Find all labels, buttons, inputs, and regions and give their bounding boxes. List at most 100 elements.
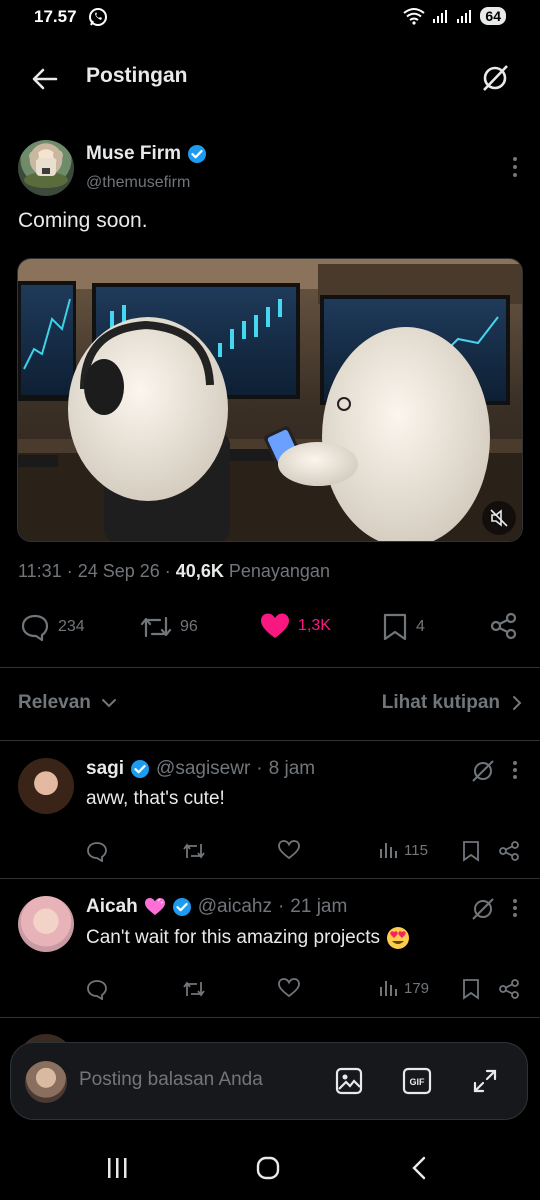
view-quotes-link[interactable]: Lihat kutipan bbox=[382, 692, 522, 714]
reply-like-button[interactable] bbox=[278, 978, 300, 998]
sort-label: Relevan bbox=[18, 692, 91, 713]
reply-header: Aicah @aicahz · 21 jam bbox=[86, 896, 347, 918]
image-icon bbox=[335, 1067, 363, 1095]
post-text: Coming soon. bbox=[18, 209, 148, 232]
reply-input[interactable] bbox=[79, 1069, 299, 1091]
speaker-muted-icon bbox=[490, 509, 508, 527]
more-options-button[interactable] bbox=[512, 156, 518, 178]
separator-dot: · bbox=[256, 758, 263, 779]
bookmark-icon bbox=[463, 979, 479, 1000]
analytics-icon bbox=[380, 843, 397, 858]
bookmark-count: 4 bbox=[416, 618, 425, 635]
reply-text: aww, that's cute! bbox=[86, 788, 225, 809]
more-options-button[interactable] bbox=[512, 898, 518, 918]
share-icon bbox=[490, 612, 517, 640]
reply-reply-button[interactable] bbox=[86, 978, 108, 1000]
like-action[interactable]: 1,3K bbox=[260, 612, 331, 640]
more-options-button[interactable] bbox=[512, 760, 518, 780]
verified-badge-icon bbox=[187, 144, 207, 164]
separator-dot: · bbox=[277, 896, 285, 917]
expand-composer-button[interactable] bbox=[471, 1067, 499, 1095]
reply-text: Can't wait for this amazing projects bbox=[86, 926, 410, 950]
grok-button[interactable] bbox=[470, 758, 496, 784]
reply-icon bbox=[87, 842, 107, 862]
share-action[interactable] bbox=[490, 612, 518, 640]
chevron-left-icon bbox=[412, 1156, 426, 1180]
heart-icon bbox=[278, 840, 300, 860]
reply-bookmark-button[interactable] bbox=[462, 840, 480, 862]
grok-icon bbox=[472, 898, 494, 920]
reply-avatar[interactable] bbox=[18, 896, 74, 952]
reply-author-handle[interactable]: @aicahz bbox=[198, 896, 272, 918]
reply-count: 234 bbox=[58, 618, 85, 635]
author-name[interactable]: Muse Firm bbox=[86, 143, 181, 165]
reply-action[interactable]: 234 bbox=[20, 612, 85, 642]
view-quotes-label: Lihat kutipan bbox=[381, 692, 500, 713]
post-meta: 11:31 · 24 Sep 26 · 40,6K Penayangan bbox=[18, 561, 330, 581]
reply-author-name[interactable]: sagi bbox=[86, 758, 124, 780]
post-actions: 234 96 1,3K 4 bbox=[0, 608, 540, 648]
home-icon bbox=[256, 1156, 280, 1180]
reply-share-button[interactable] bbox=[498, 978, 520, 1000]
divider bbox=[0, 667, 540, 668]
replies-sort-bar: Relevan Lihat kutipan bbox=[18, 690, 522, 720]
chevron-right-icon bbox=[513, 696, 522, 710]
reply-avatar[interactable] bbox=[18, 758, 74, 814]
like-count: 1,3K bbox=[298, 617, 331, 634]
divider bbox=[0, 1017, 540, 1018]
recent-apps-button[interactable] bbox=[106, 1156, 130, 1180]
sort-dropdown[interactable]: Relevan bbox=[18, 692, 117, 714]
page-title: Postingan bbox=[86, 64, 188, 87]
reply-bookmark-button[interactable] bbox=[462, 978, 480, 1000]
whatsapp-icon bbox=[88, 7, 108, 27]
home-button[interactable] bbox=[256, 1156, 280, 1180]
verified-badge-icon bbox=[172, 897, 192, 917]
reply-composer: GIF bbox=[10, 1042, 528, 1120]
bookmark-action[interactable]: 4 bbox=[382, 612, 425, 642]
add-gif-button[interactable]: GIF bbox=[402, 1067, 432, 1095]
reply-icon bbox=[21, 614, 49, 642]
analytics-icon bbox=[380, 981, 397, 996]
post-media-video[interactable] bbox=[17, 258, 523, 542]
more-vertical-icon bbox=[513, 899, 517, 917]
mute-toggle-button[interactable] bbox=[482, 501, 516, 535]
reply-reply-button[interactable] bbox=[86, 840, 108, 862]
back-button[interactable] bbox=[30, 65, 60, 93]
repost-count: 96 bbox=[180, 618, 198, 635]
reply-author-name[interactable]: Aicah bbox=[86, 896, 138, 918]
more-vertical-icon bbox=[513, 157, 517, 177]
reply-repost-button[interactable] bbox=[182, 840, 206, 862]
status-right: 64 bbox=[402, 7, 506, 25]
post-views-label: Penayangan bbox=[228, 561, 330, 581]
expand-icon bbox=[473, 1069, 497, 1093]
grok-button[interactable] bbox=[480, 63, 510, 93]
heart-filled-icon bbox=[261, 613, 289, 638]
repost-icon bbox=[140, 616, 172, 638]
add-image-button[interactable] bbox=[335, 1067, 363, 1095]
signal-icon bbox=[432, 8, 450, 24]
svg-text:GIF: GIF bbox=[410, 1077, 426, 1087]
recents-icon bbox=[108, 1158, 127, 1178]
repost-icon bbox=[183, 981, 205, 997]
reply-author-handle[interactable]: @sagisewr bbox=[156, 758, 250, 780]
current-user-avatar bbox=[25, 1061, 67, 1103]
grok-button[interactable] bbox=[470, 896, 496, 922]
author-handle[interactable]: @themusefirm bbox=[86, 174, 190, 192]
divider bbox=[0, 740, 540, 741]
author-name-row[interactable]: Muse Firm bbox=[86, 143, 207, 165]
repost-action[interactable]: 96 bbox=[140, 612, 198, 642]
chevron-down-icon bbox=[101, 699, 116, 708]
reply-views[interactable]: 179 bbox=[378, 978, 429, 998]
repost-icon bbox=[183, 843, 205, 859]
reply-view-count: 179 bbox=[404, 979, 430, 997]
post-views[interactable]: 40,6K bbox=[176, 561, 224, 581]
reply-icon bbox=[87, 980, 107, 1000]
reply-share-button[interactable] bbox=[498, 840, 520, 862]
reply-like-button[interactable] bbox=[278, 840, 300, 860]
reply-view-count: 115 bbox=[404, 841, 428, 859]
author-avatar[interactable] bbox=[18, 140, 74, 196]
gif-icon: GIF bbox=[402, 1067, 432, 1095]
reply-repost-button[interactable] bbox=[182, 978, 206, 1000]
system-back-button[interactable] bbox=[408, 1156, 432, 1180]
reply-views[interactable]: 115 bbox=[378, 840, 428, 860]
